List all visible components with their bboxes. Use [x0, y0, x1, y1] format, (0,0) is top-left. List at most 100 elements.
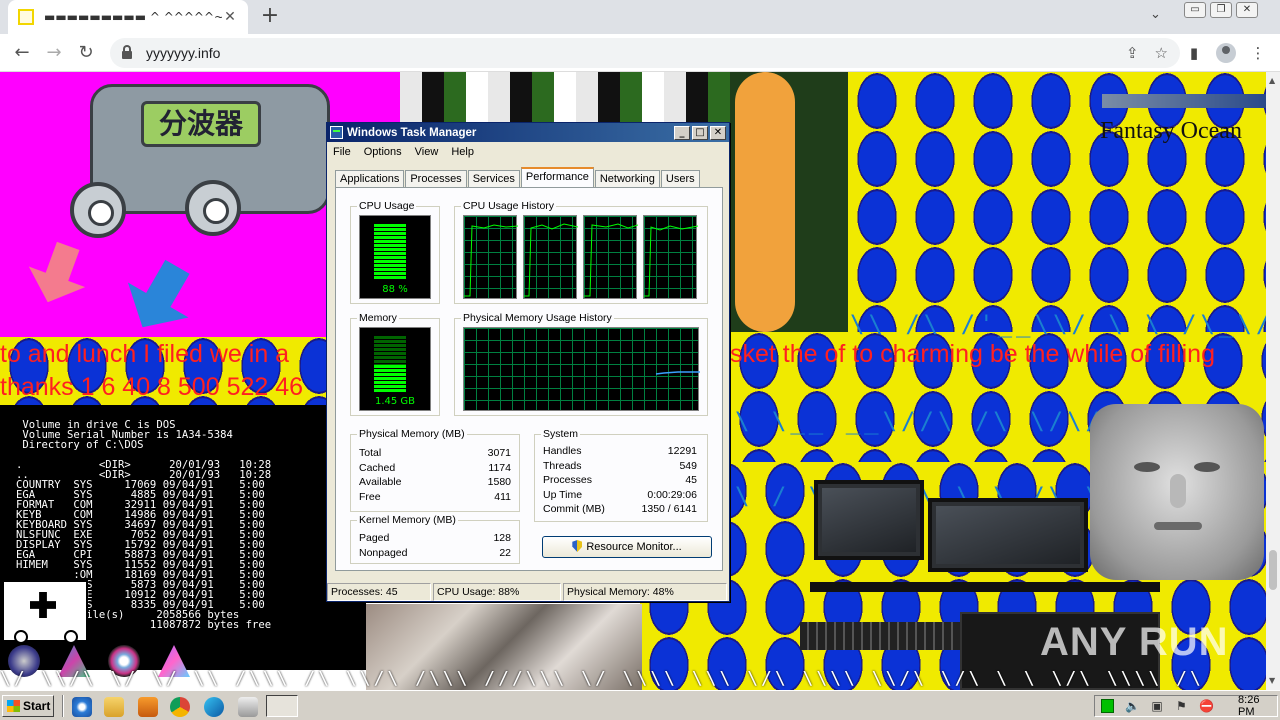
- stat-name: Processes: [543, 474, 593, 486]
- tm-title-bar[interactable]: Windows Task Manager _ □ ✕: [327, 123, 729, 142]
- browser-tab-strip: ▬▬▬▬▬▬▬▬▬ ^ ^^^^^~ ↟|ui█▬ ✕ + ⌄ ▭ ❐ ✕: [0, 0, 1280, 34]
- tab-search-chevron-icon[interactable]: ⌄: [1150, 7, 1161, 22]
- cpu-history-group: CPU Usage History: [454, 200, 708, 304]
- cpu-history-graph-core-3: [583, 215, 638, 299]
- resource-monitor-button[interactable]: Resource Monitor...: [542, 536, 712, 558]
- tab-processes[interactable]: Processes: [405, 170, 467, 188]
- restore-button[interactable]: ❐: [1210, 2, 1232, 18]
- wheel-icon: [64, 630, 78, 644]
- page-scrollbar[interactable]: ▲ ▼: [1266, 72, 1280, 690]
- stop-icon[interactable]: ⛔: [1199, 699, 1214, 713]
- scrollbar-thumb[interactable]: [1269, 550, 1277, 590]
- stat-row-threads: Threads 549: [543, 460, 697, 472]
- stat-row-paged: Paged 128: [359, 532, 511, 544]
- tm-minimize-button[interactable]: _: [674, 125, 690, 140]
- menu-options[interactable]: Options: [364, 146, 402, 158]
- performance-panel: CPU Usage 88 % CPU Usage History Memory …: [335, 187, 723, 571]
- menu-file[interactable]: File: [333, 146, 351, 158]
- tab-close-icon[interactable]: ✕: [222, 9, 238, 25]
- profile-avatar-icon[interactable]: [1216, 43, 1236, 63]
- window-controls: ▭ ❐ ✕: [1184, 2, 1258, 18]
- scroll-down-icon[interactable]: ▼: [1269, 676, 1275, 685]
- folder-icon[interactable]: [104, 697, 124, 717]
- monitor-image: [928, 498, 1088, 572]
- volume-icon[interactable]: 🔈: [1125, 699, 1140, 713]
- side-panel-icon[interactable]: ▮: [1184, 43, 1204, 63]
- network-activity-icon[interactable]: [1101, 699, 1115, 713]
- task-manager-taskbar-button[interactable]: [266, 695, 298, 717]
- stat-value: 1174: [488, 462, 511, 474]
- scroll-up-icon[interactable]: ▲: [1269, 76, 1275, 85]
- tab-applications[interactable]: Applications: [335, 170, 405, 188]
- start-label: Start: [23, 699, 51, 713]
- kernel-memory-label: Kernel Memory (MB): [357, 514, 458, 526]
- edge-icon[interactable]: [204, 697, 224, 717]
- address-bar[interactable]: yyyyyyy.info ⇪ ☆: [110, 38, 1180, 68]
- eye-shape: [1134, 462, 1160, 472]
- connector-right-image: [185, 180, 241, 236]
- menu-view[interactable]: View: [415, 146, 439, 158]
- tab-services[interactable]: Services: [467, 170, 520, 188]
- tab-users[interactable]: Users: [660, 170, 700, 188]
- back-arrow-icon[interactable]: ←: [10, 41, 34, 65]
- eye-shape: [1194, 462, 1220, 472]
- stat-value: 22: [499, 547, 511, 559]
- cpu-usage-label: CPU Usage: [357, 200, 417, 212]
- chrome-icon[interactable]: [170, 697, 190, 717]
- 3d-head-image: [1090, 404, 1264, 580]
- reload-icon[interactable]: ↻: [74, 41, 98, 65]
- menu-help[interactable]: Help: [451, 146, 474, 158]
- tm-menubar: File Options View Help: [327, 142, 729, 161]
- forward-arrow-icon[interactable]: →: [42, 41, 66, 65]
- monitor-image: [814, 480, 924, 560]
- action-center-flag-icon[interactable]: ⚑: [1175, 699, 1188, 713]
- blue-arrow-image: [112, 249, 208, 345]
- cpu-usage-value: 88 %: [382, 284, 408, 295]
- stat-row-handles: Handles 12291: [543, 445, 697, 457]
- status-physical-memory: Physical Memory: 48%: [563, 583, 727, 601]
- stat-name: Handles: [543, 445, 582, 457]
- stat-value: 1350 / 6141: [641, 503, 697, 515]
- pixel-art-image: [400, 72, 730, 127]
- application-icon[interactable]: [238, 697, 258, 717]
- task-manager-window: Windows Task Manager _ □ ✕ File Options …: [326, 122, 730, 602]
- windows-logo-icon: [7, 700, 20, 712]
- ascii-art-line: \ \__ __\//\ /\ \/\/ \: [735, 407, 1141, 435]
- stat-row-cached: Cached 1174: [359, 462, 511, 474]
- tm-maximize-button[interactable]: □: [692, 125, 708, 140]
- stat-name: Available: [359, 476, 402, 488]
- tm-close-button[interactable]: ✕: [710, 125, 726, 140]
- new-tab-button[interactable]: +: [258, 4, 282, 28]
- bookmark-star-icon[interactable]: ☆: [1155, 44, 1168, 62]
- tab-networking[interactable]: Networking: [594, 170, 660, 188]
- tab-performance[interactable]: Performance: [520, 167, 594, 188]
- share-icon[interactable]: ⇪: [1126, 44, 1139, 62]
- media-player-icon[interactable]: [138, 697, 158, 717]
- close-window-button[interactable]: ✕: [1236, 2, 1258, 18]
- stat-row-nonpaged: Nonpaged 22: [359, 547, 511, 559]
- stat-value: 12291: [667, 445, 697, 457]
- cpu-history-graph-core-4: [643, 215, 698, 299]
- stat-name: Total: [359, 447, 382, 459]
- stat-value: 45: [685, 474, 697, 486]
- ambulance-icon: [2, 580, 88, 644]
- browser-tab[interactable]: ▬▬▬▬▬▬▬▬▬ ^ ^^^^^~ ↟|ui█▬ ✕: [8, 0, 248, 34]
- lock-icon[interactable]: [122, 45, 132, 59]
- physical-memory-group: Physical Memory (MB) Total 3071 Cached 117…: [350, 428, 520, 512]
- stat-value: 549: [679, 460, 697, 472]
- stat-name: Paged: [359, 532, 390, 544]
- kebab-menu-icon[interactable]: ⋮: [1248, 43, 1268, 63]
- stat-value: 411: [494, 491, 511, 503]
- minimize-button[interactable]: ▭: [1184, 2, 1206, 18]
- fantasy-ocean-text: Fantasy Ocean: [1100, 118, 1242, 144]
- internet-explorer-icon[interactable]: [72, 697, 92, 717]
- stat-name: Nonpaged: [359, 547, 408, 559]
- network-icon[interactable]: ▣: [1150, 699, 1163, 713]
- tm-title: Windows Task Manager: [347, 126, 477, 139]
- fantasy-banner-bar: [1102, 94, 1266, 108]
- start-button[interactable]: Start: [2, 695, 54, 717]
- url-text[interactable]: yyyyyyy.info: [146, 45, 1110, 61]
- tm-status-bar: Processes: 45 CPU Usage: 88% Physical Me…: [327, 583, 729, 601]
- resource-monitor-label: Resource Monitor...: [586, 541, 682, 553]
- stat-name: Up Time: [543, 489, 583, 501]
